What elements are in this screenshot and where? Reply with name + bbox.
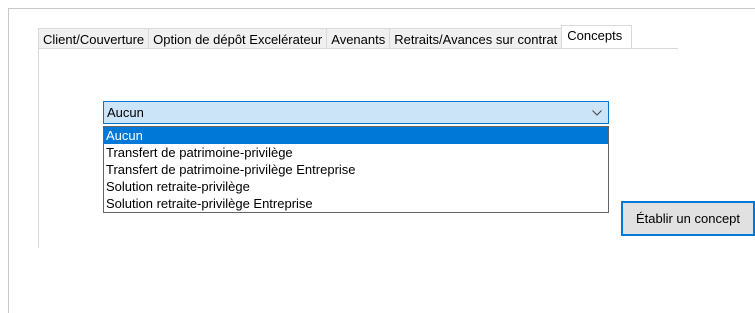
- tab-option-depot-excelerateur[interactable]: Option de dépôt Excelérateur: [148, 28, 328, 49]
- tab-concepts[interactable]: Concepts: [561, 25, 633, 49]
- tab-label: Retraits/Avances sur contrat: [394, 31, 558, 47]
- chevron-down-icon[interactable]: [586, 102, 608, 123]
- concept-combobox[interactable]: Aucun: [103, 101, 609, 124]
- dropdown-option-solution-retraite[interactable]: Solution retraite-privilège: [104, 178, 608, 195]
- tab-client-couverture[interactable]: Client/Couverture: [38, 28, 150, 49]
- tab-label: Client/Couverture: [43, 31, 145, 47]
- dropdown-option-solution-retraite-entreprise[interactable]: Solution retraite-privilège Entreprise: [104, 195, 608, 212]
- dropdown-option-aucun[interactable]: Aucun: [104, 127, 608, 144]
- dropdown-option-transfert-patrimoine[interactable]: Transfert de patrimoine-privilège: [104, 144, 608, 161]
- tab-strip: Client/Couverture Option de dépôt Excelé…: [38, 25, 633, 49]
- tab-label: Avenants: [331, 31, 386, 47]
- tab-label: Concepts: [567, 28, 623, 43]
- window-border-left: [8, 8, 9, 313]
- concept-combobox-value: Aucun: [107, 105, 144, 120]
- establish-concept-button[interactable]: Établir un concept: [621, 201, 755, 236]
- active-tab-joint: [678, 48, 755, 49]
- tab-retraits-avances[interactable]: Retraits/Avances sur contrat: [389, 28, 563, 49]
- concept-dropdown-list: Aucun Transfert de patrimoine-privilège …: [103, 126, 609, 213]
- tab-label: Option de dépôt Excelérateur: [153, 31, 323, 47]
- window-border-top: [8, 8, 755, 9]
- chevron-down-icon-graphic: [592, 109, 602, 116]
- application-window: Client/Couverture Option de dépôt Excelé…: [0, 0, 755, 313]
- dropdown-option-transfert-patrimoine-entreprise[interactable]: Transfert de patrimoine-privilège Entrep…: [104, 161, 608, 178]
- tab-avenants[interactable]: Avenants: [326, 28, 391, 49]
